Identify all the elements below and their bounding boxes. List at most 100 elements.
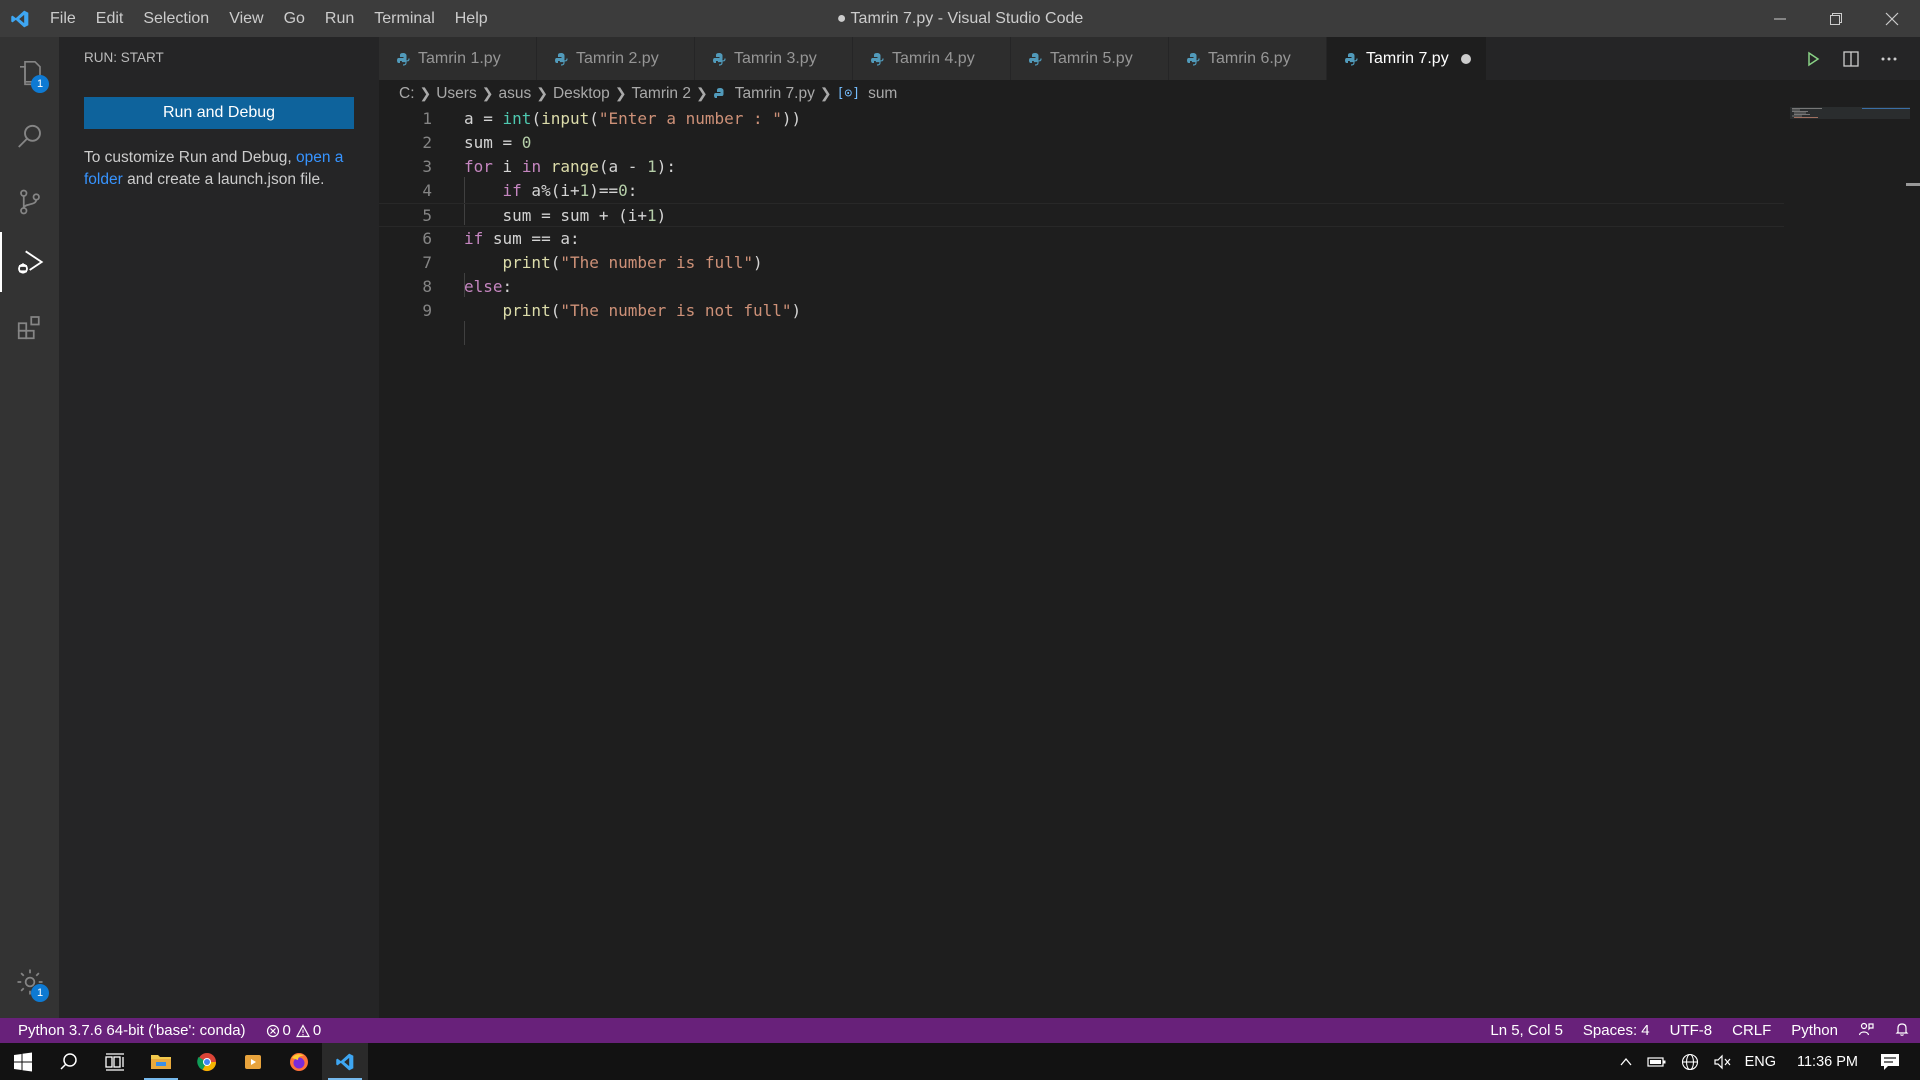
restore-button[interactable] [1808, 0, 1864, 37]
firefox-icon[interactable] [276, 1043, 322, 1080]
split-editor-icon[interactable] [1832, 44, 1870, 74]
python-file-icon [713, 52, 726, 66]
tab-label: Tamrin 5.py [1050, 49, 1133, 67]
python-file-icon [1187, 52, 1200, 66]
chevron-up-icon[interactable] [1612, 1055, 1640, 1069]
tab-tamrin-2[interactable]: Tamrin 2.py [537, 37, 695, 80]
minimize-button[interactable] [1752, 0, 1808, 37]
code-line: 3 for i in range(a - 1): [379, 155, 1784, 179]
menu-file[interactable]: File [40, 0, 86, 37]
tab-label: Tamrin 4.py [892, 49, 975, 67]
menu-edit[interactable]: Edit [86, 0, 134, 37]
windows-start-icon[interactable] [0, 1043, 46, 1080]
network-globe-icon[interactable] [1674, 1053, 1706, 1071]
sidebar-header: RUN: START [84, 50, 164, 65]
extensions-icon[interactable] [0, 297, 59, 357]
more-actions-icon[interactable] [1870, 44, 1908, 74]
search-icon[interactable] [0, 107, 59, 167]
crumb-file[interactable]: Tamrin 7.py [713, 85, 815, 103]
line-number: 5 [422, 206, 432, 225]
close-button[interactable] [1864, 0, 1920, 37]
chrome-icon[interactable] [184, 1043, 230, 1080]
code-line: 9 print("The number is not full") [379, 299, 1784, 323]
chevron-right-icon: ❯ [695, 85, 708, 101]
run-sidebar: RUN: START Run and Debug To customize Ru… [59, 37, 379, 1018]
tab-label: Tamrin 1.py [418, 49, 501, 67]
indent-guide [464, 321, 465, 345]
volume-muted-icon[interactable] [1706, 1054, 1738, 1070]
task-view-icon[interactable] [92, 1043, 138, 1080]
tab-label: Tamrin 2.py [576, 49, 659, 67]
crumb-symbol-label: sum [868, 84, 898, 102]
code-line: 2 sum = 0 [379, 131, 1784, 155]
crumb-symbol[interactable]: [⊙] sum [837, 85, 898, 103]
menu-help[interactable]: Help [445, 0, 498, 37]
chevron-right-icon: ❯ [536, 85, 548, 101]
end-of-line[interactable]: CRLF [1722, 1022, 1781, 1039]
window-controls [1752, 0, 1920, 37]
tab-tamrin-7[interactable]: Tamrin 7.py [1327, 37, 1487, 80]
tab-tamrin-3[interactable]: Tamrin 3.py [695, 37, 853, 80]
chevron-right-icon: ❯ [614, 85, 627, 101]
menu-run[interactable]: Run [315, 0, 364, 37]
editor-tabs: Tamrin 1.py Tamrin 2.py Tamrin 3.py Tamr… [379, 37, 1920, 80]
warning-icon [295, 1023, 310, 1037]
menu-selection[interactable]: Selection [133, 0, 219, 37]
problems-indicator[interactable]: 0 0 [256, 1022, 332, 1039]
menu-go[interactable]: Go [274, 0, 315, 37]
line-number: 3 [422, 157, 432, 176]
crumb-folder[interactable]: Tamrin 2 [632, 85, 691, 103]
python-file-icon [397, 52, 410, 66]
minimap[interactable] [1790, 107, 1910, 147]
battery-icon[interactable] [1640, 1055, 1674, 1069]
file-encoding[interactable]: UTF-8 [1660, 1022, 1723, 1039]
notifications-bell-icon[interactable] [1884, 1021, 1920, 1041]
crumb-drive[interactable]: C: [399, 85, 415, 103]
line-number: 4 [422, 181, 432, 200]
python-file-icon [871, 52, 884, 66]
tab-tamrin-6[interactable]: Tamrin 6.py [1169, 37, 1327, 80]
media-player-icon[interactable] [230, 1043, 276, 1080]
tab-label: Tamrin 6.py [1208, 49, 1291, 67]
crumb-asus[interactable]: asus [498, 85, 531, 103]
tab-tamrin-5[interactable]: Tamrin 5.py [1011, 37, 1169, 80]
tab-tamrin-1[interactable]: Tamrin 1.py [379, 37, 537, 80]
feedback-icon[interactable] [1848, 1021, 1884, 1041]
explorer-icon[interactable]: 1 [0, 43, 59, 103]
chevron-right-icon: ❯ [481, 85, 494, 101]
language-mode[interactable]: Python [1781, 1022, 1848, 1039]
vscode-logo-icon [0, 0, 40, 37]
action-center-icon[interactable] [1872, 1053, 1920, 1071]
input-language[interactable]: ENG [1738, 1054, 1783, 1070]
run-and-debug-button[interactable]: Run and Debug [84, 97, 354, 129]
cursor-position[interactable]: Ln 5, Col 5 [1480, 1022, 1573, 1039]
python-interpreter[interactable]: Python 3.7.6 64-bit ('base': conda) [18, 1022, 256, 1039]
menu-view[interactable]: View [219, 0, 273, 37]
line-number: 8 [422, 277, 432, 296]
run-debug-icon[interactable] [0, 232, 59, 292]
code-editor[interactable]: 1 a = int(input("Enter a number : ")) 2 su… [379, 107, 1920, 1018]
settings-gear-icon[interactable]: 1 [0, 952, 59, 1012]
indentation[interactable]: Spaces: 4 [1573, 1022, 1660, 1039]
unsaved-dot-icon[interactable] [1460, 53, 1471, 64]
settings-badge: 1 [31, 984, 49, 1002]
code-line-text: for i in range(a - 1): [464, 157, 676, 176]
clock[interactable]: 11:36 PM [1783, 1054, 1872, 1070]
current-code-line: 5 sum = sum + (i+1) [379, 203, 1784, 227]
tab-label: Tamrin 3.py [734, 49, 817, 67]
line-number: 2 [422, 133, 432, 152]
system-tray: ENG 11:36 PM [1612, 1043, 1920, 1080]
crumb-users[interactable]: Users [436, 85, 476, 103]
source-control-icon[interactable] [0, 172, 59, 232]
run-file-icon[interactable] [1794, 44, 1832, 74]
python-file-icon [713, 87, 724, 98]
file-explorer-icon[interactable] [138, 1043, 184, 1080]
crumb-desktop[interactable]: Desktop [553, 85, 610, 103]
taskbar-search-icon[interactable] [46, 1043, 92, 1080]
code-line-text: if sum == a: [464, 229, 580, 248]
menu-terminal[interactable]: Terminal [364, 0, 444, 37]
vscode-taskbar-icon[interactable] [322, 1043, 368, 1080]
tab-tamrin-4[interactable]: Tamrin 4.py [853, 37, 1011, 80]
title-bar: File Edit Selection View Go Run Terminal… [0, 0, 1920, 37]
code-line-text: a = int(input("Enter a number : ")) [464, 109, 802, 128]
